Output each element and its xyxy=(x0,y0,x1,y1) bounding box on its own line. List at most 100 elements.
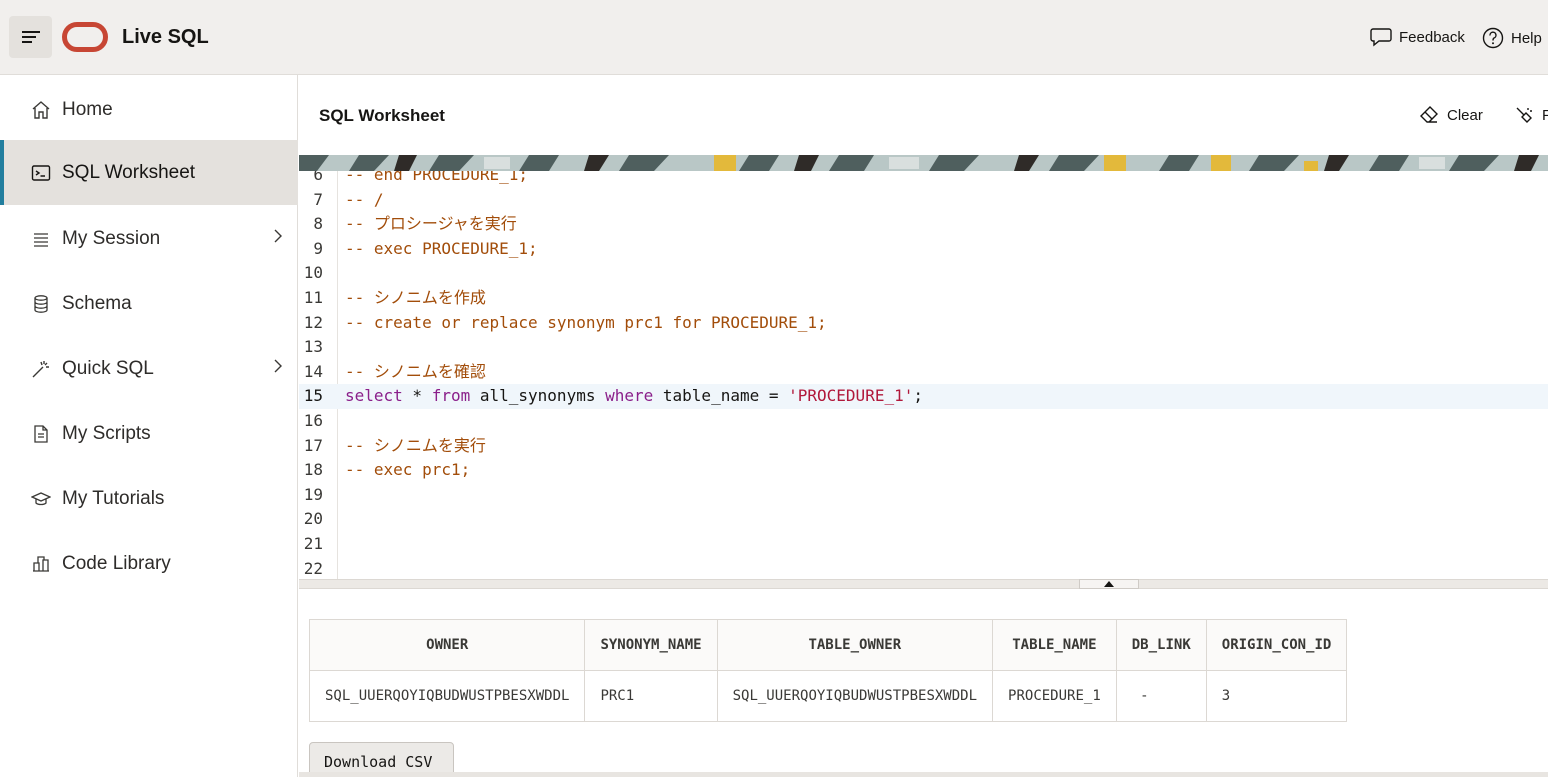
sql-token: table_name = xyxy=(653,386,789,406)
help-circle-icon xyxy=(1482,27,1504,49)
chevron-right-icon xyxy=(274,359,282,373)
sidebar-item-my-session[interactable]: My Session xyxy=(0,206,298,271)
eraser-icon xyxy=(1420,106,1438,123)
line-number: 11 xyxy=(303,288,323,307)
format-button[interactable]: F xyxy=(1514,105,1548,125)
app-title: Live SQL xyxy=(122,26,209,48)
chevron-right-icon xyxy=(274,229,282,243)
code-line[interactable]: 15 select * from all_synonyms where table… xyxy=(299,384,1548,409)
line-number: 15 xyxy=(303,386,323,406)
code-line[interactable]: 22 xyxy=(299,557,1548,579)
table-cell: 3 xyxy=(1205,670,1348,722)
results-table: OWNER SYNONYM_NAME TABLE_OWNER TABLE_NAME DB… xyxy=(308,619,1348,722)
sidebar-item-label: Quick SQL xyxy=(62,357,154,379)
sidebar-item-my-scripts[interactable]: My Scripts xyxy=(0,401,298,466)
format-brush-icon xyxy=(1516,107,1532,123)
code-line[interactable]: 6 -- end PROCEDURE_1; xyxy=(299,171,1548,188)
sidebar-item-my-tutorials[interactable]: My Tutorials xyxy=(0,466,298,531)
feedback-link[interactable]: Feedback xyxy=(1370,27,1465,47)
page-title: SQL Worksheet xyxy=(319,106,445,125)
sql-comment: -- シノニムを確認 xyxy=(345,361,486,381)
sidebar-item-code-library[interactable]: Code Library xyxy=(0,531,298,596)
sidebar-item-quick-sql[interactable]: Quick SQL xyxy=(0,336,298,401)
line-number: 16 xyxy=(303,411,323,430)
code-line[interactable]: 12 -- create or replace synonym prc1 for … xyxy=(299,311,1548,336)
column-header[interactable]: ORIGIN_CON_ID xyxy=(1205,619,1348,671)
code-text: -- end PROCEDURE_1; xyxy=(345,171,528,188)
top-header: Live SQL Feedback Help xyxy=(0,0,1548,75)
sidebar-item-label: SQL Worksheet xyxy=(62,161,196,183)
line-number: 7 xyxy=(313,189,323,209)
code-text: -- exec prc1; xyxy=(345,458,470,483)
library-icon xyxy=(31,554,51,574)
line-number: 12 xyxy=(303,312,323,332)
code-text: -- プロシージャを実行 xyxy=(345,212,517,237)
sidebar-item-sql-worksheet[interactable]: SQL Worksheet xyxy=(0,140,298,205)
code-text: -- exec PROCEDURE_1; xyxy=(345,237,538,262)
chat-bubble-icon xyxy=(1370,28,1392,47)
code-line[interactable]: 21 xyxy=(299,532,1548,557)
line-number: 8 xyxy=(313,214,323,234)
sidebar-item-label: My Tutorials xyxy=(62,487,165,509)
code-text: -- / xyxy=(345,188,384,213)
feedback-label: Feedback xyxy=(1399,28,1465,46)
line-number: 22 xyxy=(303,558,323,578)
code-line[interactable]: 8 -- プロシージャを実行 xyxy=(299,212,1548,237)
clear-button[interactable]: Clear xyxy=(1419,105,1483,125)
bottom-scrollbar[interactable] xyxy=(299,772,1548,777)
code-line[interactable]: 14 -- シノニムを確認 xyxy=(299,360,1548,385)
magic-wand-icon xyxy=(31,359,51,379)
column-header[interactable]: SYNONYM_NAME xyxy=(584,619,718,671)
terminal-icon xyxy=(31,163,51,183)
line-number: 17 xyxy=(303,435,323,455)
code-text: -- create or replace synonym prc1 for PR… xyxy=(345,311,827,336)
sql-string: 'PROCEDURE_1' xyxy=(788,386,914,406)
sidebar-item-schema[interactable]: Schema xyxy=(0,271,298,336)
help-link[interactable]: Help xyxy=(1482,27,1542,49)
sql-token: all_synonyms xyxy=(470,386,606,406)
pane-splitter[interactable] xyxy=(299,579,1548,589)
sidebar-item-home[interactable]: Home xyxy=(0,77,298,142)
table-cell: PRC1 xyxy=(584,670,718,722)
code-line[interactable]: 19 xyxy=(299,483,1548,508)
database-icon xyxy=(31,294,51,314)
home-icon xyxy=(31,100,51,120)
code-line[interactable]: 10 xyxy=(299,261,1548,286)
help-label: Help xyxy=(1511,29,1542,47)
menu-toggle-button[interactable] xyxy=(9,16,52,58)
document-icon xyxy=(31,424,51,444)
main-panel: SQL Worksheet Clear F 6 -- end PROCEDURE… xyxy=(299,75,1548,777)
code-editor[interactable]: 6 -- end PROCEDURE_1; 7 -- / 8 -- プロシージャを実行 9 -… xyxy=(299,171,1548,579)
oracle-logo xyxy=(62,22,108,52)
sql-token: ; xyxy=(913,386,923,406)
sql-comment: -- end PROCEDURE_1; xyxy=(345,171,529,184)
column-header[interactable]: TABLE_NAME xyxy=(992,619,1117,671)
code-line[interactable]: 13 xyxy=(299,335,1548,360)
caret-up-icon xyxy=(1104,581,1114,587)
sql-keyword: where xyxy=(605,386,654,406)
code-line[interactable]: 9 -- exec PROCEDURE_1; xyxy=(299,237,1548,262)
code-line[interactable]: 18 -- exec prc1; xyxy=(299,458,1548,483)
line-number: 9 xyxy=(313,238,323,258)
code-line[interactable]: 17 -- シノニムを実行 xyxy=(299,434,1548,459)
table-cell: SQL_UUERQOYIQBUDWUSTPBESXWDDL xyxy=(716,670,994,722)
sidebar-nav: Home SQL Worksheet My Session Schema Qui… xyxy=(0,75,298,777)
sql-token: * xyxy=(402,386,432,406)
code-text: -- シノニムを作成 xyxy=(345,286,486,311)
sidebar-item-label: Home xyxy=(62,98,113,120)
column-header[interactable]: TABLE_OWNER xyxy=(716,619,994,671)
sidebar-item-label: Code Library xyxy=(62,552,171,574)
sql-comment: -- exec prc1; xyxy=(345,460,471,480)
code-line[interactable]: 20 xyxy=(299,507,1548,532)
splitter-handle[interactable] xyxy=(1079,579,1139,589)
line-number: 10 xyxy=(303,263,323,283)
column-header[interactable]: DB_LINK xyxy=(1115,619,1207,671)
table-cell: SQL_UUERQOYIQBUDWUSTPBESXWDDL xyxy=(308,670,586,722)
code-line[interactable]: 16 xyxy=(299,409,1548,434)
column-header[interactable]: OWNER xyxy=(308,619,586,671)
sql-comment: -- シノニムを作成 xyxy=(345,288,486,307)
sql-comment: -- プロシージャを実行 xyxy=(345,214,517,234)
code-line[interactable]: 7 -- / xyxy=(299,188,1548,213)
code-line[interactable]: 11 -- シノニムを作成 xyxy=(299,286,1548,311)
sql-comment: -- / xyxy=(345,189,384,209)
